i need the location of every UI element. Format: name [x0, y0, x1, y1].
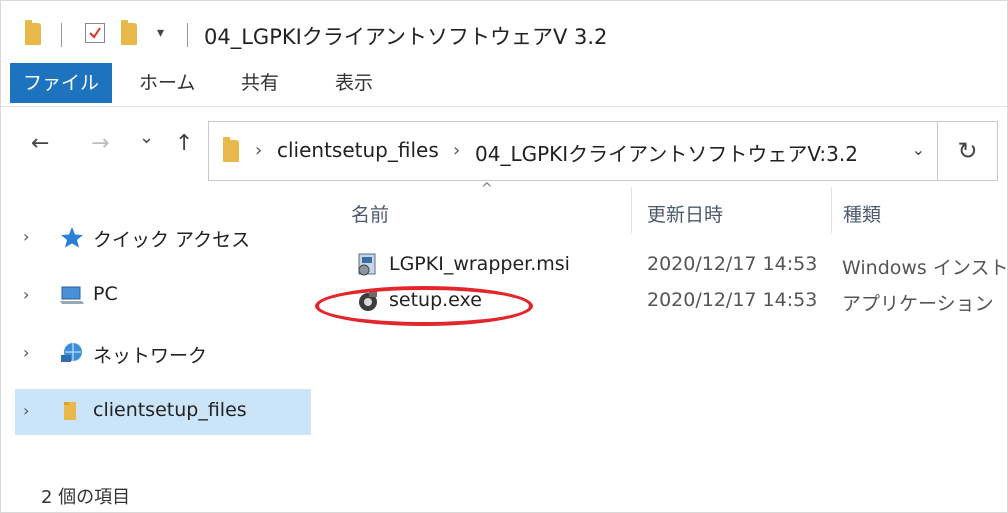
column-header-type[interactable]: 種類 [843, 197, 881, 233]
expand-chevron-icon[interactable]: › [23, 343, 29, 362]
title-bar: ▾ 04_LGPKIクライアントソフトウェアV 3.2 [1, 1, 1007, 63]
breadcrumb-separator-icon[interactable]: › [255, 140, 262, 161]
file-name: setup.exe [389, 289, 482, 311]
expand-chevron-icon[interactable]: › [23, 227, 29, 246]
column-header-name[interactable]: 名前 [351, 197, 389, 233]
nav-item-quick-access[interactable]: › クイック アクセス [15, 215, 311, 261]
forward-arrow-icon[interactable]: → [91, 131, 109, 156]
tab-view[interactable]: 表示 [321, 63, 387, 103]
toolbar-divider [187, 23, 188, 47]
file-modified: 2020/12/17 14:53 [647, 253, 818, 275]
nav-item-label: クイック アクセス [93, 229, 251, 251]
breadcrumb-clientsetup-files[interactable]: clientsetup_files [277, 138, 439, 162]
nav-item-label: ネットワーク [93, 345, 208, 367]
msi-installer-icon [358, 253, 376, 276]
sort-ascending-icon: ^ [481, 181, 493, 197]
star-icon [61, 227, 83, 248]
column-divider[interactable] [631, 187, 632, 233]
toolbar-divider [61, 23, 62, 47]
breadcrumb-separator-icon[interactable]: › [453, 140, 460, 161]
folder-icon[interactable] [25, 20, 41, 45]
file-modified: 2020/12/17 14:53 [647, 289, 818, 311]
tab-file[interactable]: ファイル [10, 63, 112, 103]
nav-item-pc[interactable]: › PC [15, 273, 311, 319]
nav-item-clientsetup-files[interactable]: › clientsetup_files [15, 389, 311, 435]
file-row[interactable]: setup.exe 2020/12/17 14:53 アプリケーション [345, 287, 1007, 317]
setup-exe-icon [359, 291, 377, 311]
recent-locations-icon[interactable]: ⌄ [139, 127, 154, 148]
window-title: 04_LGPKIクライアントソフトウェアV 3.2 [204, 25, 608, 49]
explorer-window: ▾ 04_LGPKIクライアントソフトウェアV 3.2 ファイル ホーム 共有 … [0, 0, 1008, 513]
new-folder-icon[interactable] [121, 20, 137, 45]
pc-icon [60, 286, 84, 304]
navigation-pane: › クイック アクセス › PC › ネットワーク › clientsetup_… [1, 187, 321, 457]
nav-item-network[interactable]: › ネットワーク [15, 331, 311, 377]
quick-access-dropdown-icon[interactable]: ▾ [157, 25, 164, 41]
refresh-icon[interactable]: ↻ [938, 121, 998, 181]
properties-check-icon[interactable] [85, 23, 105, 43]
folder-icon [64, 402, 76, 420]
file-type: アプリケーション [842, 293, 994, 315]
folder-icon [223, 137, 239, 162]
file-list: ^ 名前 更新日時 種類 LGPKI_wrapper.msi 2020/12/1… [331, 181, 1008, 457]
status-bar: 2 個の項目 [1, 471, 1007, 513]
expand-chevron-icon[interactable]: › [23, 401, 29, 420]
file-row[interactable]: LGPKI_wrapper.msi 2020/12/17 14:53 Windo… [345, 251, 1008, 281]
address-dropdown-icon[interactable]: ⌄ [912, 140, 925, 159]
file-name: LGPKI_wrapper.msi [389, 253, 570, 275]
back-arrow-icon[interactable]: ← [31, 131, 49, 156]
item-count: 2 個の項目 [41, 487, 131, 508]
tab-share[interactable]: 共有 [227, 63, 293, 103]
navigation-bar: ← → ⌄ ↑ › clientsetup_files › 04_LGPKIクラ… [1, 107, 1007, 187]
column-divider[interactable] [831, 187, 832, 233]
tab-home[interactable]: ホーム [125, 63, 209, 103]
nav-item-label: PC [93, 283, 118, 305]
breadcrumb-current-folder[interactable]: 04_LGPKIクライアントソフトウェアV:3.2 [475, 138, 858, 167]
address-bar[interactable]: › clientsetup_files › 04_LGPKIクライアントソフトウ… [208, 121, 938, 181]
column-header-modified[interactable]: 更新日時 [647, 197, 723, 233]
nav-item-label: clientsetup_files [93, 399, 247, 421]
up-arrow-icon[interactable]: ↑ [175, 131, 193, 156]
ribbon-tabs: ファイル ホーム 共有 表示 [1, 63, 1007, 107]
file-type: Windows インストー [842, 257, 1008, 279]
network-icon [61, 343, 82, 362]
expand-chevron-icon[interactable]: › [23, 285, 29, 304]
